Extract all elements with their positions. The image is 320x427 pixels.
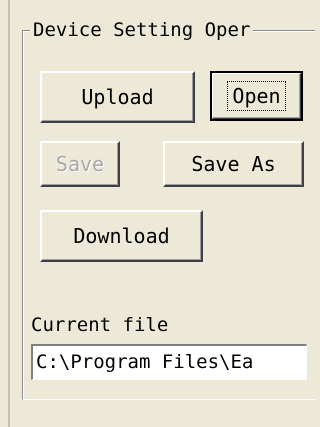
download-button[interactable]: Download (40, 210, 203, 262)
save-button-label: Save (55, 152, 105, 176)
window-edge (8, 0, 10, 427)
upload-button-label: Upload (81, 85, 154, 109)
open-button-label: Open (227, 81, 286, 111)
upload-button[interactable]: Upload (40, 71, 195, 123)
save-as-button-label: Save As (191, 152, 276, 176)
open-button[interactable]: Open (210, 71, 303, 121)
current-file-field[interactable]: C:\Program Files\Ea (31, 344, 307, 380)
save-button[interactable]: Save (40, 141, 120, 187)
device-setting-panel: Device Setting Oper Upload Open Save Sav… (0, 0, 320, 427)
current-file-label: Current file (31, 314, 169, 336)
groupbox-title: Device Setting Oper (30, 18, 254, 42)
save-as-button[interactable]: Save As (163, 141, 304, 187)
download-button-label: Download (73, 224, 170, 248)
